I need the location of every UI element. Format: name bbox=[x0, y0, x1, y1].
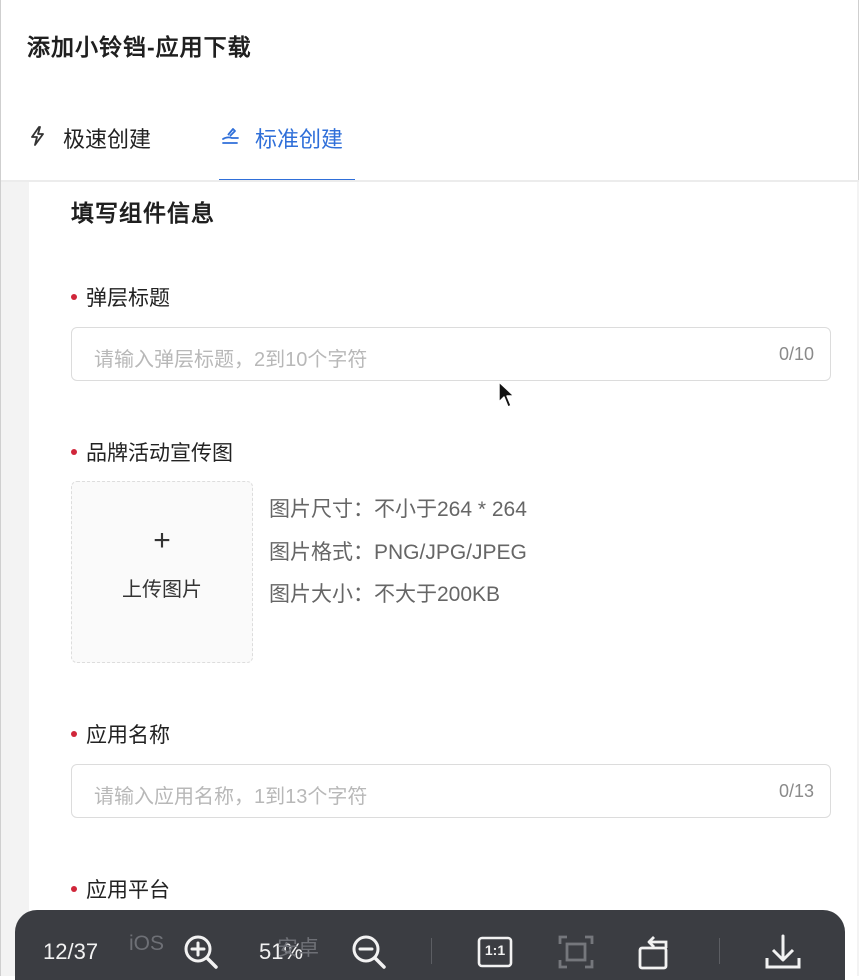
fit-screen-icon[interactable] bbox=[556, 932, 596, 972]
page-indicator: 12/37 bbox=[43, 939, 99, 964]
popup-title-label-text: 弹层标题 bbox=[86, 287, 170, 310]
brand-image-label: 品牌活动宣传图 bbox=[71, 437, 233, 467]
platform-option-android[interactable]: 安卓 bbox=[277, 932, 319, 962]
mouse-cursor-icon bbox=[498, 381, 516, 414]
lightning-icon bbox=[27, 125, 49, 147]
popup-title-input[interactable]: 请输入弹层标题，2到10个字符 0/10 bbox=[71, 327, 831, 381]
toolbar-divider bbox=[431, 938, 432, 964]
app-platform-label: 应用平台 bbox=[71, 874, 170, 904]
required-marker bbox=[71, 731, 77, 737]
tab-standard-create[interactable]: 标准创建 bbox=[219, 122, 355, 182]
app-platform-label-text: 应用平台 bbox=[86, 879, 170, 902]
toolbar-divider bbox=[719, 938, 720, 964]
image-weight-spec: 图片大小：不大于200KB bbox=[269, 583, 501, 606]
required-marker bbox=[71, 886, 77, 892]
upload-image-button[interactable]: + 上传图片 bbox=[71, 481, 253, 663]
create-mode-tabs: 极速创建 标准创建 bbox=[1, 100, 859, 182]
rotate-icon[interactable] bbox=[636, 932, 676, 972]
plus-icon: + bbox=[153, 524, 171, 557]
zoom-out-icon[interactable] bbox=[349, 932, 389, 972]
app-name-label: 应用名称 bbox=[71, 719, 170, 749]
image-format-spec: 图片格式：PNG/JPG/JPEG bbox=[269, 541, 527, 564]
hand-edit-icon bbox=[219, 125, 241, 147]
popup-title-label: 弹层标题 bbox=[71, 282, 170, 312]
tab-fast-create-label: 极速创建 bbox=[63, 127, 152, 152]
platform-option-ios[interactable]: iOS bbox=[129, 932, 164, 956]
image-viewer-toolbar: 12/37 iOS 51% 安卓 1:1 bbox=[15, 910, 845, 980]
app-name-label-text: 应用名称 bbox=[86, 724, 170, 747]
section-title: 填写组件信息 bbox=[71, 200, 215, 226]
popup-title-counter: 0/10 bbox=[778, 344, 814, 364]
app-name-input[interactable]: 请输入应用名称，1到13个字符 0/13 bbox=[71, 764, 831, 818]
popup-title-placeholder: 请输入弹层标题，2到10个字符 bbox=[94, 349, 368, 371]
actual-size-label: 1:1 bbox=[484, 942, 506, 958]
zoom-in-icon[interactable] bbox=[181, 932, 221, 972]
app-name-placeholder: 请输入应用名称，1到13个字符 bbox=[94, 786, 368, 808]
brand-image-label-text: 品牌活动宣传图 bbox=[86, 442, 233, 465]
tab-standard-create-label: 标准创建 bbox=[255, 127, 344, 152]
download-icon[interactable] bbox=[763, 932, 803, 972]
upload-image-label: 上传图片 bbox=[122, 579, 202, 601]
actual-size-icon[interactable]: 1:1 bbox=[475, 932, 515, 972]
app-name-counter: 0/13 bbox=[778, 781, 814, 801]
dialog-window: 添加小铃铛-应用下载 极速创建 标准创建 填写组件信息 弹层标题 请输入弹层标题… bbox=[0, 0, 859, 980]
required-marker bbox=[71, 294, 77, 300]
dialog-title: 添加小铃铛-应用下载 bbox=[27, 34, 252, 60]
required-marker bbox=[71, 449, 77, 455]
tab-fast-create[interactable]: 极速创建 bbox=[27, 122, 151, 182]
image-size-spec: 图片尺寸：不小于264 * 264 bbox=[269, 498, 527, 521]
